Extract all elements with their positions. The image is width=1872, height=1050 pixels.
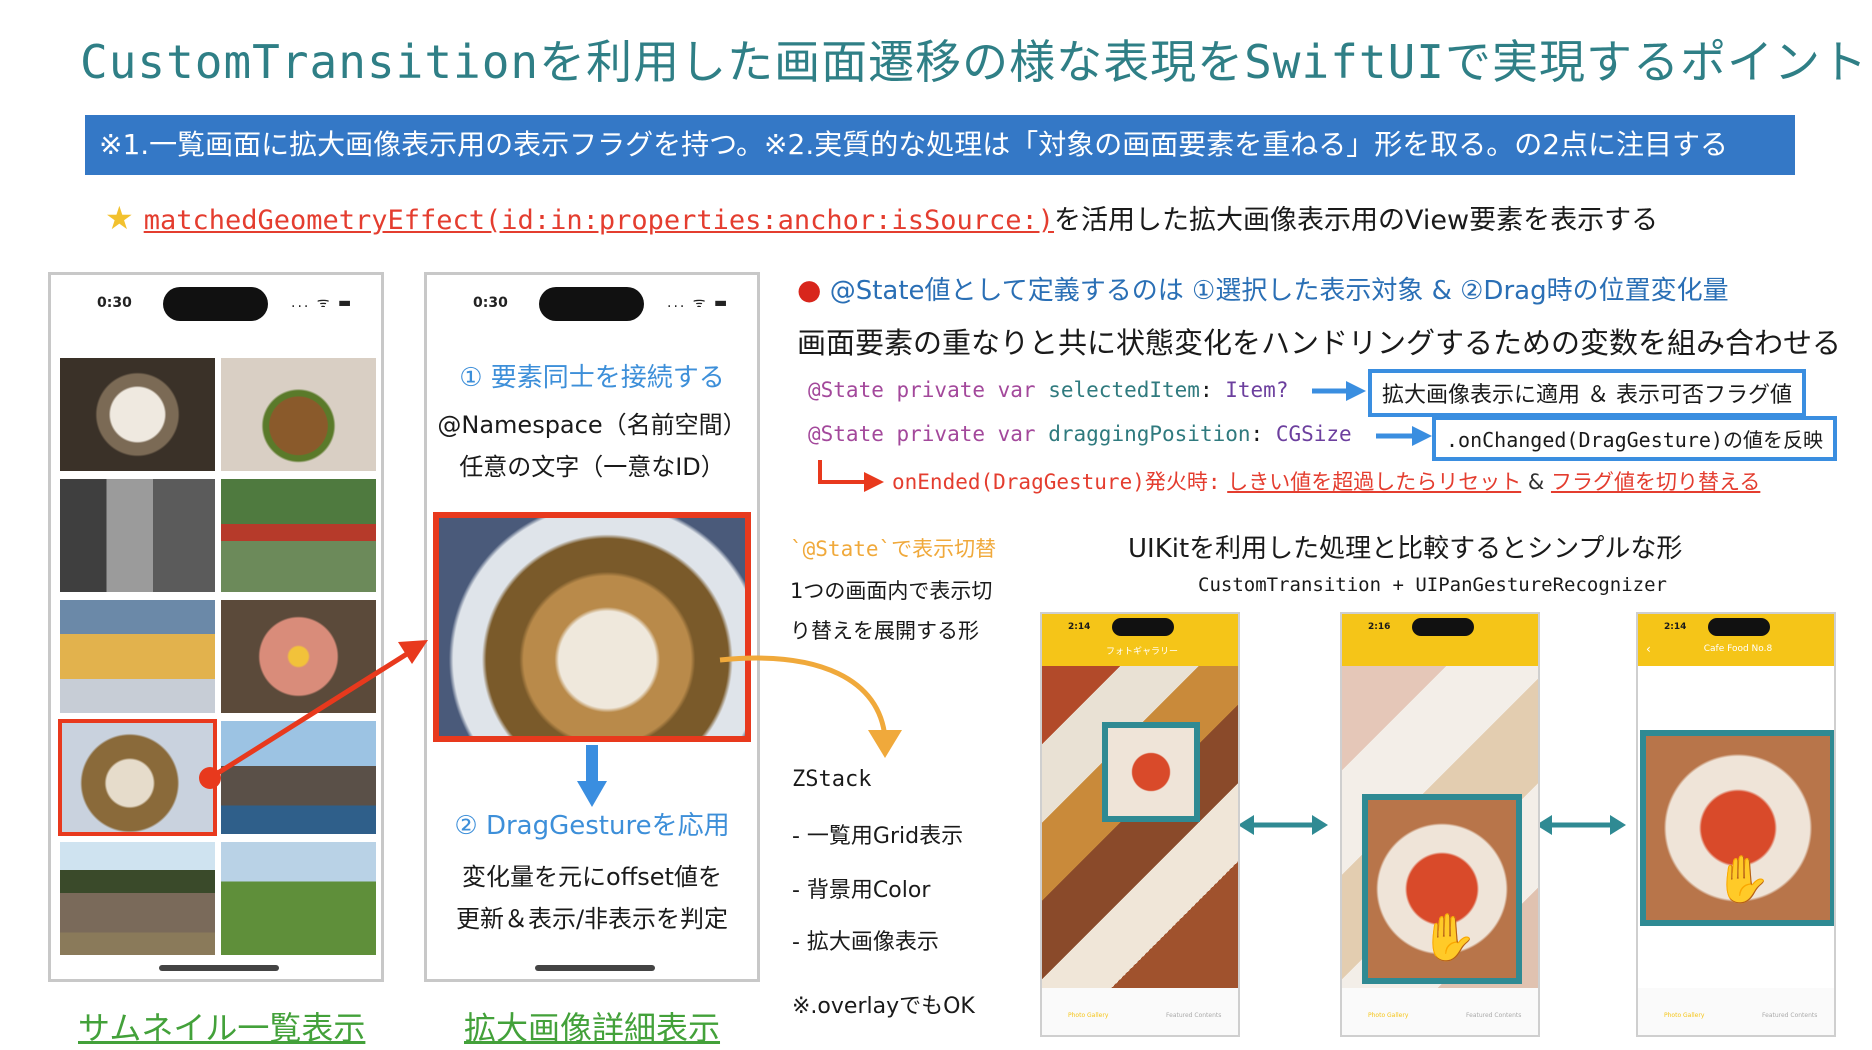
connect-arrow (199, 381, 1626, 835)
uikit-screen-detail: 2:14 ‹ Cafe Food No.8 ✋ Photo Gallery Fe… (1636, 612, 1836, 1037)
apple-icon: ● (797, 273, 822, 306)
hand-icon: ✋ (1420, 910, 1478, 964)
tab-photo-gallery[interactable]: Photo Gallery (1068, 1012, 1108, 1019)
zstack-item-grid: - 一覧用Grid表示 (792, 824, 964, 849)
state-toggle-line1: 1つの画面内で表示切 (790, 579, 993, 603)
tab-featured-contents[interactable]: Featured Contents (1166, 1012, 1221, 1019)
photo-grid (1042, 666, 1238, 988)
state-toggle-line2: り替えを展開する形 (790, 619, 979, 643)
status-time: 2:14 (1664, 622, 1687, 632)
tab-featured-contents[interactable]: Featured Contents (1762, 1012, 1817, 1019)
code-dragging-position: @State private var draggingPosition: CGS… (808, 422, 1352, 446)
selected-item-description: 拡大画像表示に適用 ＆ 表示可否フラグ値 (1368, 369, 1806, 417)
state-toggle-title: `@State`で表示切替 (790, 537, 997, 561)
dynamic-island (1708, 618, 1770, 636)
status-time: 2:16 (1368, 622, 1391, 632)
on-ended-line: onEnded(DragGesture)発火時: しきい値を超過したらリセット … (892, 470, 1761, 494)
selected-photo-frame[interactable] (1102, 722, 1200, 822)
dynamic-island (1112, 618, 1174, 636)
tab-photo-gallery[interactable]: Photo Gallery (1664, 1012, 1704, 1019)
uikit-screen-dragging: 2:16 ✋ Photo Gallery Featured Contents (1340, 612, 1540, 1037)
uikit-screen-gallery: 2:14 フォトギャラリー Photo Gallery Featured Con… (1040, 612, 1240, 1037)
uikit-title: UIKitを利用した処理と比較するとシンプルな形 (1128, 534, 1683, 564)
nav-title: フォトギャラリー (1105, 647, 1178, 657)
zstack-item-color: - 背景用Color (792, 878, 931, 903)
tab-photo-gallery[interactable]: Photo Gallery (1368, 1012, 1408, 1019)
status-time: 2:14 (1068, 622, 1091, 632)
dragging-position-description: .onChanged(DragGesture)の値を反映 (1432, 416, 1837, 461)
uikit-subtitle: CustomTransition + UIPanGestureRecognize… (1198, 574, 1667, 596)
dynamic-island (1412, 618, 1474, 636)
zstack-item-image: - 拡大画像表示 (792, 930, 939, 955)
code-selected-item: @State private var selectedItem: Item? (808, 378, 1289, 402)
zstack-note: ※.overlayでもOK (792, 994, 975, 1019)
nav-title: Cafe Food No.8 (1703, 644, 1773, 654)
state-heading-2: 画面要素の重なりと共に状態変化をハンドリングするための変数を組み合わせる (797, 326, 1842, 360)
zstack-title: ZStack (792, 767, 872, 792)
state-heading-1: ● @State値として定義するのは ①選択した表示対象 & ②Drag時の位置… (797, 273, 1729, 306)
tab-featured-contents[interactable]: Featured Contents (1466, 1012, 1521, 1019)
hand-icon: ✋ (1714, 852, 1772, 906)
